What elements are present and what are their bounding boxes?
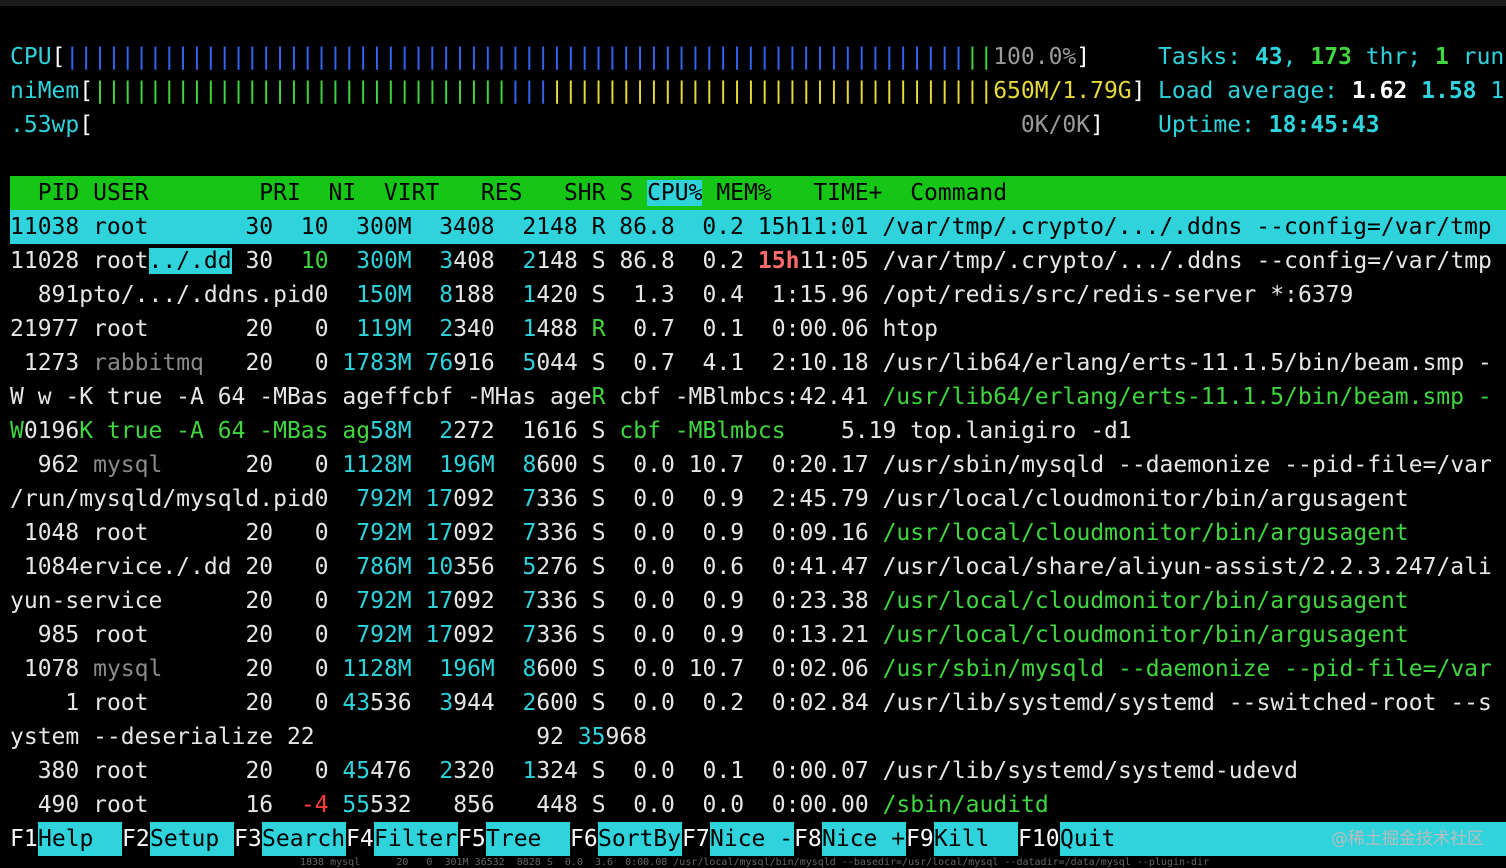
column-virt[interactable]: VIRT — [356, 180, 439, 206]
load-15min: 1 — [1490, 78, 1505, 104]
nice-plus-button[interactable]: Nice + — [822, 822, 906, 856]
process-row[interactable]: 985 root 20 0 792M 17092 7336 S 0.0 0.9 … — [10, 618, 1409, 652]
column-shr[interactable]: SHR — [522, 180, 606, 206]
terminal-window: CPU[||||||||||||||||||||||||||||||||||||… — [0, 0, 1506, 868]
column-header-bar: PID USER PRI NI VIRT RES SHR S CPU% MEM%… — [10, 176, 1506, 210]
process-row[interactable]: W0196K true -A 64 -MBas ag58M 2272 1616 … — [10, 414, 1132, 448]
process-row[interactable]: 1084ervice./.dd 20 0 786M 10356 5276 S 0… — [10, 550, 1492, 584]
nice-minus-button[interactable]: Nice - — [710, 822, 794, 856]
column-pid[interactable]: PID — [10, 180, 80, 206]
f2-key[interactable]: F2 — [122, 822, 150, 856]
mem-meter-value: 650M/1.79G — [993, 78, 1132, 104]
watermark-text: @稀土掘金技术社区 — [1331, 829, 1484, 849]
next-row-peek: 1838 mysql 20 0 301M 36532 8828 S 0.0 3.… — [300, 857, 1210, 868]
tree-button[interactable]: Tree — [486, 822, 570, 856]
column-res[interactable]: RES — [439, 180, 523, 206]
column-time[interactable]: TIME+ — [772, 180, 882, 206]
column-ni[interactable]: NI — [301, 180, 357, 206]
process-row[interactable]: 490 root 16 -4 55532 856 448 S 0.0 0.0 0… — [10, 788, 1049, 822]
cpu-meter-value: 100.0% — [993, 44, 1077, 70]
function-key-bar: F1 Help F2 Setup F3 Search F4 Filter F5 … — [0, 822, 1506, 856]
process-row[interactable]: 380 root 20 0 45476 2320 1324 S 0.0 0.1 … — [10, 754, 1298, 788]
load-average: Load average: 1.62 1.58 1 — [1158, 74, 1504, 108]
process-row-text: 11038 root 30 10 300M 3408 2148 R 86.8 0… — [10, 214, 1492, 240]
column-s[interactable]: S — [606, 180, 633, 206]
sortby-button[interactable]: SortBy — [598, 822, 682, 856]
load-1min: 1.62 — [1351, 78, 1408, 104]
column-command[interactable]: Command — [883, 180, 1007, 206]
running-count: 1 — [1435, 44, 1449, 70]
column-cpu[interactable]: CPU% — [647, 180, 703, 206]
f3-key[interactable]: F3 — [234, 822, 262, 856]
mem-used-bars: |||||||||||||||||||||||||||||| — [93, 78, 509, 104]
threads-count: 173 — [1310, 44, 1352, 70]
column-mem[interactable]: MEM% — [702, 180, 771, 206]
mem-buffer-bars: ||| — [508, 78, 551, 104]
setup-button[interactable]: Setup — [150, 822, 234, 856]
process-row[interactable]: 11028 root../.dd 30 10 300M 3408 2148 S … — [10, 244, 1492, 278]
process-row-continuation: ystem --deserialize 22 92 35968 — [10, 724, 648, 750]
f7-key[interactable]: F7 — [682, 822, 710, 856]
kill-button[interactable]: Kill — [934, 822, 1018, 856]
f4-key[interactable]: F4 — [346, 822, 374, 856]
tasks-count: 43 — [1254, 44, 1283, 70]
process-row[interactable]: 1078 mysql 20 0 1128M 196M 8600 S 0.0 10… — [10, 652, 1492, 686]
process-row[interactable]: 1273 rabbitmq 20 0 1783M 76916 5044 S 0.… — [10, 346, 1492, 380]
load-5min: 1.58 — [1421, 78, 1477, 104]
mem-cache-bars: |||||||||||||||||||||||||||||||| — [550, 78, 994, 104]
process-row[interactable]: 962 mysql 20 0 1128M 196M 8600 S 0.0 10.… — [10, 448, 1492, 482]
process-row[interactable]: W w -K true -A 64 -MBas ageffcbf -MHas a… — [10, 380, 1492, 414]
uptime: Uptime: 18:45:43 — [1158, 108, 1380, 142]
f1-key[interactable]: F1 — [10, 822, 38, 856]
tasks-label: Tasks: — [1158, 44, 1242, 70]
tasks-summary: Tasks: 43, 173 thr; 1 run — [1158, 44, 1505, 70]
process-row-selected[interactable]: 11038 root 30 10 300M 3408 2148 R 86.8 0… — [10, 210, 1506, 244]
cpu-meter-bars: ||||||||||||||||||||||||||||||||||||||||… — [65, 44, 966, 70]
uptime-label: Uptime: — [1158, 112, 1255, 138]
column-headers: PID USER PRI NI VIRT RES SHR S CPU% MEM%… — [10, 176, 1007, 210]
column-user[interactable]: USER — [93, 180, 231, 206]
search-button[interactable]: Search — [262, 822, 346, 856]
process-row[interactable]: 1 root 20 0 43536 3944 2600 S 0.0 0.2 0:… — [10, 686, 1492, 720]
help-button[interactable]: Help — [38, 822, 122, 856]
process-row[interactable]: yun-service 20 0 792M 17092 7336 S 0.0 0… — [10, 584, 1409, 618]
swap-meter: .53wp[ 0K/0K] — [10, 112, 1104, 138]
load-label: Load average: — [1158, 78, 1339, 104]
process-row[interactable]: 1048 root 20 0 792M 17092 7336 S 0.0 0.9… — [10, 516, 1409, 550]
f5-key[interactable]: F5 — [458, 822, 486, 856]
cpu-meter-label: CPU — [10, 44, 52, 70]
process-row[interactable]: 891pto/.../.ddns.pid0 150M 8188 1420 S 1… — [10, 278, 1354, 312]
f9-key[interactable]: F9 — [906, 822, 934, 856]
threads-label: thr; — [1365, 44, 1422, 70]
running-label: run — [1462, 44, 1505, 70]
uptime-value: 18:45:43 — [1268, 112, 1380, 138]
cpu-meter: CPU[||||||||||||||||||||||||||||||||||||… — [10, 44, 1091, 70]
mem-meter-label: niMem — [10, 78, 80, 104]
window-top-edge — [0, 0, 1506, 6]
filter-button[interactable]: Filter — [374, 822, 458, 856]
f10-key[interactable]: F10 — [1018, 822, 1060, 856]
swap-meter-label: .53wp — [10, 112, 80, 138]
process-row[interactable]: 21977 root 20 0 119M 2340 1488 R 0.7 0.1… — [10, 312, 938, 346]
column-pri[interactable]: PRI — [232, 180, 301, 206]
mem-meter: niMem[||||||||||||||||||||||||||||||||||… — [10, 78, 1146, 104]
swap-meter-value: 0K/0K — [1020, 112, 1091, 138]
process-row[interactable]: /run/mysqld/mysqld.pid0 792M 17092 7336 … — [10, 482, 1409, 516]
f6-key[interactable]: F6 — [570, 822, 598, 856]
f8-key[interactable]: F8 — [794, 822, 822, 856]
